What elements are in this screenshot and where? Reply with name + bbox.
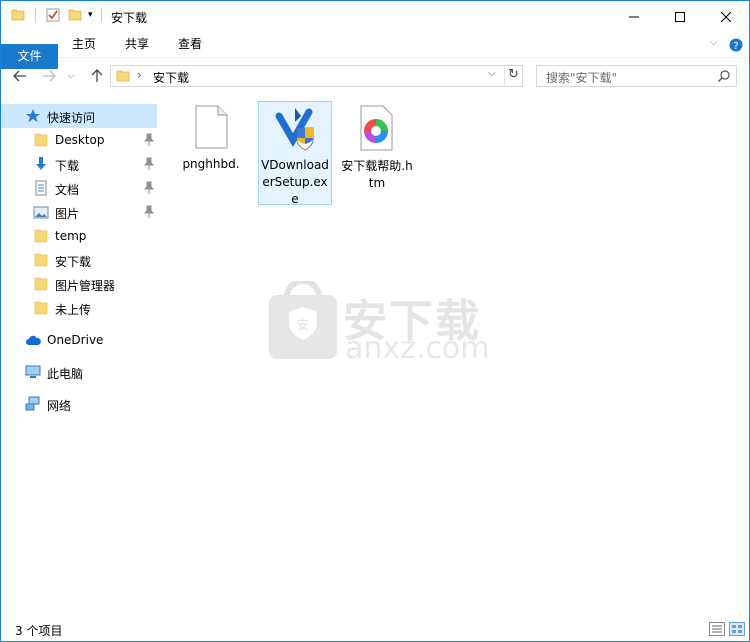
sidebar-item-temp[interactable]: temp bbox=[1, 224, 157, 248]
network-icon bbox=[25, 396, 40, 411]
tab-view[interactable]: 查看 bbox=[169, 32, 211, 57]
search-placeholder: 搜索"安下载" bbox=[546, 71, 618, 85]
navigation-pane: 快速访问 Desktop 下载 文档 图片 temp 安下载 图片管理器 未上传… bbox=[1, 99, 161, 609]
sidebar-item-label: 此电脑 bbox=[47, 367, 84, 381]
tab-share[interactable]: 共享 bbox=[116, 32, 158, 57]
properties-icon[interactable] bbox=[46, 8, 60, 22]
maximize-icon bbox=[675, 11, 685, 22]
file-item[interactable]: pnghhbd. bbox=[175, 103, 247, 173]
computer-icon bbox=[25, 365, 41, 378]
folder-icon bbox=[34, 277, 48, 291]
file-item[interactable]: 安下载帮助.htm bbox=[341, 103, 413, 192]
file-list: pnghhbd. VDownloaderSetup.exe 安下载帮助.htm … bbox=[161, 91, 749, 611]
address-bar[interactable]: › 安下载 ⌵ ↻ bbox=[110, 65, 523, 87]
window-title: 安下载 bbox=[111, 11, 148, 25]
download-arrow-icon bbox=[36, 157, 46, 170]
sidebar-item-label: 下载 bbox=[55, 159, 80, 173]
forward-arrow-icon bbox=[43, 70, 56, 82]
address-dropdown-icon[interactable]: ⌵ bbox=[488, 68, 496, 79]
sidebar-item-downloads[interactable]: 下载 bbox=[1, 152, 157, 176]
folder-icon bbox=[34, 133, 48, 147]
file-name: 安下载帮助.htm bbox=[341, 159, 413, 190]
folder-icon bbox=[34, 301, 48, 315]
document-icon bbox=[35, 180, 47, 196]
breadcrumb-path[interactable]: 安下载 bbox=[153, 69, 189, 86]
tab-home[interactable]: 主页 bbox=[63, 32, 105, 57]
explorer-window: ▾ 安下载 文件 主页 共享 查看 ⌵ ? ⌵ › 安下载 ⌵ ↻ 搜索"安下载… bbox=[0, 0, 750, 642]
file-name: pnghhbd. bbox=[182, 157, 240, 171]
help-icon[interactable]: ? bbox=[729, 38, 743, 52]
sidebar-item-label: OneDrive bbox=[47, 333, 104, 347]
expand-ribbon-icon[interactable]: ⌵ bbox=[710, 37, 718, 48]
sidebar-item-label: 未上传 bbox=[55, 303, 92, 317]
close-button[interactable] bbox=[703, 1, 749, 32]
sidebar-item-label: 快速访问 bbox=[47, 111, 96, 125]
navigation-bar: ⌵ › 安下载 ⌵ ↻ 搜索"安下载" bbox=[1, 62, 749, 90]
quick-access-toolbar: ▾ bbox=[11, 8, 110, 22]
ribbon-tabs: 文件 主页 共享 查看 ⌵ ? bbox=[1, 32, 749, 69]
folder-icon bbox=[34, 253, 48, 267]
status-bar: 3 个项目 bbox=[1, 618, 749, 641]
shield-bag-icon: 安 bbox=[269, 281, 337, 359]
sidebar-item-label: 网络 bbox=[47, 399, 72, 413]
sidebar-item-label: 图片 bbox=[55, 207, 80, 221]
pin-icon[interactable] bbox=[143, 133, 155, 147]
sidebar-item-label: 安下载 bbox=[55, 255, 92, 269]
forward-button[interactable] bbox=[39, 66, 59, 86]
file-item[interactable]: VDownloaderSetup.exe bbox=[258, 101, 332, 206]
picture-icon bbox=[33, 206, 49, 219]
sidebar-item-not-uploaded[interactable]: 未上传 bbox=[1, 296, 157, 320]
recent-locations-button[interactable]: ⌵ bbox=[64, 66, 78, 86]
installer-icon bbox=[275, 108, 314, 151]
breadcrumb-separator-icon: › bbox=[137, 68, 142, 82]
sidebar-item-network[interactable]: 网络 bbox=[1, 392, 157, 416]
new-folder-icon[interactable] bbox=[68, 8, 82, 22]
folder-icon bbox=[116, 70, 130, 82]
watermark-badge: 安 bbox=[297, 317, 309, 332]
sidebar-item-pictures[interactable]: 图片 bbox=[1, 200, 157, 224]
pin-icon[interactable] bbox=[143, 205, 155, 219]
sidebar-item-label: temp bbox=[55, 229, 87, 243]
star-icon bbox=[26, 109, 40, 122]
search-box[interactable]: 搜索"安下载" bbox=[536, 65, 737, 87]
sidebar-item-this-pc[interactable]: 此电脑 bbox=[1, 360, 157, 384]
svg-text:?: ? bbox=[733, 41, 738, 52]
file-name: VDownloaderSetup.exe bbox=[261, 158, 329, 206]
pin-icon[interactable] bbox=[143, 181, 155, 195]
watermark: 安 安下载 anxz.com bbox=[267, 281, 490, 366]
minimize-button[interactable] bbox=[611, 1, 657, 32]
sidebar-item-anxz[interactable]: 安下载 bbox=[1, 248, 157, 272]
htm-file-icon bbox=[360, 105, 393, 151]
item-count: 3 个项目 bbox=[15, 624, 63, 638]
close-icon bbox=[721, 11, 731, 22]
search-icon bbox=[718, 70, 730, 82]
up-button[interactable] bbox=[87, 66, 107, 86]
folder-icon bbox=[11, 9, 25, 21]
cloud-icon bbox=[26, 335, 41, 345]
back-arrow-icon bbox=[13, 70, 26, 82]
large-icons-view-icon[interactable] bbox=[729, 622, 745, 636]
sidebar-item-quick-access[interactable]: 快速访问 bbox=[1, 104, 157, 128]
details-view-icon[interactable] bbox=[709, 622, 725, 636]
minimize-icon bbox=[629, 16, 639, 17]
sidebar-item-label: 图片管理器 bbox=[55, 279, 116, 293]
sidebar-item-label: 文档 bbox=[55, 183, 80, 197]
sidebar-item-label: Desktop bbox=[55, 133, 105, 147]
blank-file-icon bbox=[195, 105, 228, 149]
sidebar-item-documents[interactable]: 文档 bbox=[1, 176, 157, 200]
sidebar-item-desktop[interactable]: Desktop bbox=[1, 128, 157, 152]
customize-toolbar-icon[interactable]: ▾ bbox=[88, 10, 93, 20]
title-bar: ▾ 安下载 bbox=[1, 1, 749, 32]
back-button[interactable] bbox=[10, 66, 30, 86]
refresh-icon[interactable]: ↻ bbox=[508, 67, 519, 82]
up-arrow-icon bbox=[91, 69, 103, 82]
sidebar-item-picture-manager[interactable]: 图片管理器 bbox=[1, 272, 157, 296]
watermark-en: anxz.com bbox=[345, 331, 490, 366]
maximize-button[interactable] bbox=[657, 1, 703, 32]
sidebar-item-onedrive[interactable]: OneDrive bbox=[1, 328, 157, 352]
chevron-down-icon: ⌵ bbox=[67, 71, 75, 81]
folder-icon bbox=[34, 229, 48, 243]
pin-icon[interactable] bbox=[143, 157, 155, 171]
